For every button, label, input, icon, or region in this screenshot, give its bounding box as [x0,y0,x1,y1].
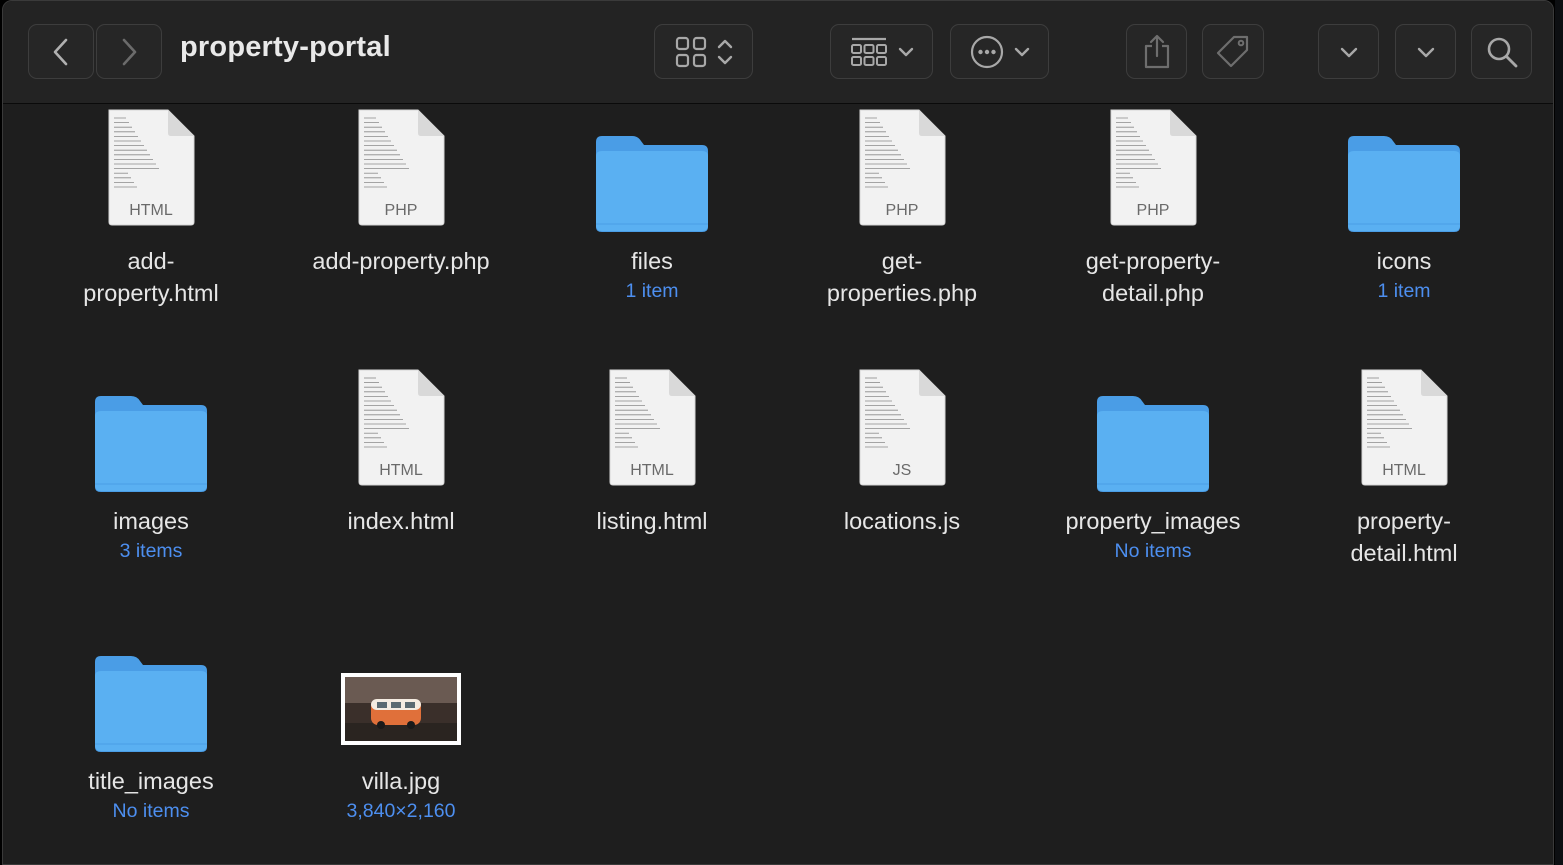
folder-icon-wrap [26,624,276,754]
file-extension-label: HTML [1382,462,1426,479]
file-extension-label: PHP [885,202,919,219]
folder-icon [596,136,708,232]
file-item[interactable]: HTML property-detail.html [1279,364,1529,604]
chevron-down-icon [898,47,913,56]
document-icon-wrap: PHP [1028,96,1278,226]
more-actions-icon [970,35,1003,68]
file-info: No items [112,800,190,822]
file-item[interactable]: PHP get-property-detail.php [1028,104,1278,344]
chevron-down-icon [1340,47,1357,57]
file-name: get- [881,248,923,274]
search-button[interactable] [1471,24,1532,79]
file-name-line2: property.html [83,280,219,306]
file-name: get-property- [1085,248,1221,274]
file-info: 1 item [1377,280,1431,302]
file-extension-label: JS [892,462,912,479]
forward-button[interactable] [96,24,162,79]
chevron-down-icon [1417,47,1434,57]
dropdown-button-2[interactable] [1395,24,1456,79]
file-item[interactable]: images 3 items [26,364,276,604]
chevron-down-icon [1014,47,1029,56]
file-extension-label: HTML [630,462,674,479]
file-info: 3 items [119,540,183,562]
back-button[interactable] [28,24,94,79]
file-extension-label: HTML [129,202,173,219]
folder-icon [95,656,207,752]
file-name: title_images [88,768,214,794]
file-item[interactable]: title_images No items [26,624,276,864]
file-item[interactable]: HTML index.html [276,364,526,604]
icon-grid-view-icon [675,36,706,67]
file-item[interactable]: PHP get-properties.php [777,104,1027,344]
window-title: property-portal [180,31,391,63]
folder-icon-wrap [26,364,276,494]
file-name: property_images [1065,508,1241,534]
file-item[interactable]: files 1 item [527,104,777,344]
document-icon-wrap: HTML [1279,356,1529,486]
file-name: index.html [347,508,455,534]
folder-icon-wrap [527,104,777,234]
document-icon-wrap: HTML [26,96,276,226]
image-thumbnail-icon [341,673,461,745]
file-item[interactable]: JS locations.js [777,364,1027,604]
file-extension-label: PHP [1136,202,1170,219]
document-icon-wrap: PHP [777,96,1027,226]
file-extension-label: HTML [379,462,423,479]
file-item[interactable]: property_images No items [1028,364,1278,604]
file-name-line2: detail.html [1350,540,1458,566]
document-icon-wrap: PHP [276,96,526,226]
file-item[interactable]: HTML listing.html [527,364,777,604]
folder-icon [1097,396,1209,492]
share-icon [1144,34,1169,68]
folder-icon-wrap [1279,104,1529,234]
file-name-line2: properties.php [826,280,978,306]
file-name: images [113,508,189,534]
file-item[interactable]: HTML add-property.html [26,104,276,344]
image-thumbnail-wrap [276,615,526,745]
file-name-line2: detail.php [1102,280,1204,306]
search-icon [1487,37,1517,67]
dropdown-button-1[interactable] [1318,24,1379,79]
folder-icon-wrap [1028,364,1278,494]
file-info: No items [1114,540,1192,562]
tag-button[interactable] [1202,24,1264,79]
document-icon-wrap: JS [777,356,1027,486]
share-button[interactable] [1126,24,1187,79]
file-info: 3,840×2,160 [346,800,456,822]
file-extension-label: PHP [384,202,418,219]
finder-window: property-portal HTML add- property.html … [2,0,1554,865]
chevron-right-icon [122,38,137,65]
file-item[interactable]: PHP add-property.php [276,104,526,344]
folder-icon [95,396,207,492]
file-grid: HTML add-property.html PHP add-property.php… [3,104,1553,864]
file-name: add- [127,248,175,274]
document-icon-wrap: HTML [527,356,777,486]
more-actions-button[interactable] [950,24,1049,79]
up-down-chevron-icon [717,39,732,64]
folder-icon [1348,136,1460,232]
file-item[interactable]: villa.jpg 3,840×2,160 [276,624,526,864]
file-name: locations.js [843,508,961,534]
file-name: property- [1356,508,1452,534]
file-name: villa.jpg [361,768,441,794]
background-edge [1555,0,1563,865]
tag-icon [1216,35,1249,67]
document-icon-wrap: HTML [276,356,526,486]
file-item[interactable]: icons 1 item [1279,104,1529,344]
file-name: icons [1376,248,1432,274]
file-name: add-property.php [312,248,490,274]
view-mode-button[interactable] [654,24,753,79]
file-name: files [631,248,673,274]
group-by-icon [850,37,887,66]
file-name: listing.html [596,508,708,534]
toolbar: property-portal [3,1,1553,104]
file-info: 1 item [625,280,679,302]
group-by-button[interactable] [830,24,933,79]
chevron-left-icon [53,38,68,65]
